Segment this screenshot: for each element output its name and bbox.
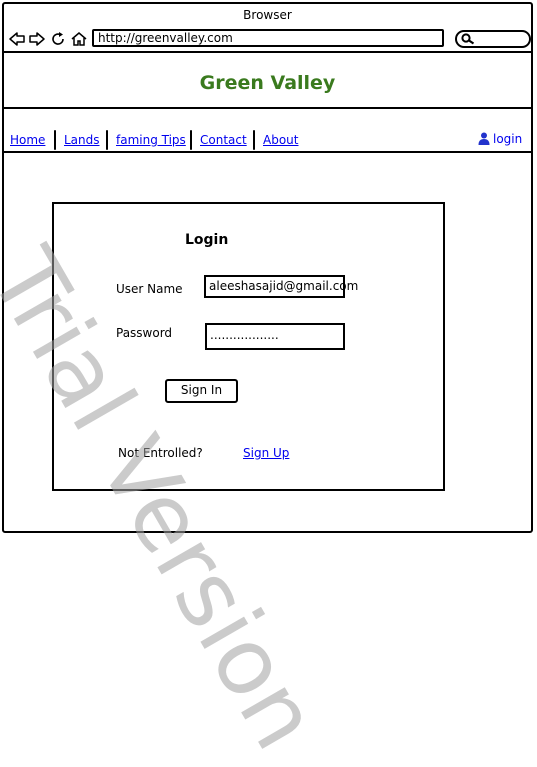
window-title: Browser	[243, 8, 292, 22]
password-label: Password	[116, 326, 173, 340]
back-arrow-icon[interactable]	[8, 30, 26, 48]
browser-window: Browser http://greenvalley.com Green Val…	[2, 2, 533, 533]
login-title: Login	[185, 232, 229, 248]
username-label: User Name	[116, 282, 183, 296]
menu-item-farming-tips[interactable]: faming Tips	[116, 133, 186, 147]
menu-separator	[253, 130, 255, 150]
menu-item-home[interactable]: Home	[10, 133, 45, 147]
forward-arrow-icon[interactable]	[28, 30, 46, 48]
toolbar-divider	[4, 51, 531, 53]
login-link[interactable]: login	[478, 132, 522, 146]
site-title: Green Valley	[199, 72, 336, 94]
main-menu: Home Lands faming Tips Contact About log…	[4, 130, 531, 152]
menu-item-lands[interactable]: Lands	[64, 133, 100, 147]
login-label: login	[493, 132, 523, 146]
menu-item-about[interactable]: About	[263, 133, 298, 147]
refresh-icon[interactable]	[49, 30, 67, 48]
search-box[interactable]	[455, 30, 531, 48]
menu-separator	[190, 130, 192, 150]
username-field[interactable]: aleeshasajid@gmail.com	[204, 275, 358, 298]
password-field[interactable]: ..................	[205, 323, 345, 350]
not-enrolled-text: Not Entrolled?	[118, 446, 203, 460]
header-divider	[4, 107, 531, 109]
browser-toolbar: http://greenvalley.com	[4, 26, 531, 54]
home-icon[interactable]	[70, 30, 88, 48]
menu-separator	[54, 130, 56, 150]
address-bar[interactable]: http://greenvalley.com	[92, 29, 444, 47]
user-icon	[478, 132, 490, 145]
search-icon	[461, 33, 475, 45]
menu-divider	[4, 151, 531, 153]
sign-up-link[interactable]: Sign Up	[243, 446, 289, 460]
menu-separator	[106, 130, 108, 150]
sign-in-button[interactable]: Sign In	[165, 379, 238, 403]
menu-item-contact[interactable]: Contact	[200, 133, 247, 147]
login-panel: Login User Name aleeshasajid@gmail.com P…	[52, 202, 445, 491]
